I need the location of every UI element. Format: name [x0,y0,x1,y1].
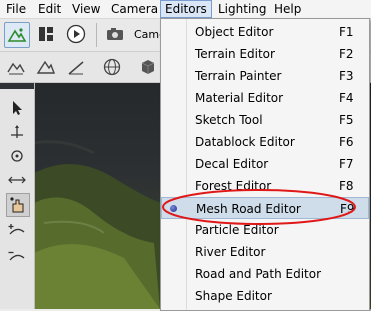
menu-item-label: Sketch Tool [195,113,263,127]
palette-header [0,83,34,89]
menu-camera[interactable]: Camera [111,2,158,16]
globe-button[interactable] [100,55,124,79]
menu-edit[interactable]: Edit [38,2,61,16]
menu-item-label: Datablock Editor [195,135,295,149]
menu-item-shortcut: F1 [339,25,354,39]
menu-item-shortcut: F5 [339,113,354,127]
menu-item-material-editor[interactable]: Material Editor F4 [161,87,369,109]
menu-item-label: Object Editor [195,25,274,39]
hand-node-icon [10,197,24,213]
menu-item-shortcut: F7 [339,157,354,171]
move-tool-button[interactable] [6,121,28,143]
menu-item-sketch-tool[interactable]: Sketch Tool F5 [161,109,369,131]
move-icon [11,125,23,138]
menu-item-shortcut: F3 [339,69,354,83]
menu-editors[interactable]: Editors [160,0,212,18]
add-node-icon [8,224,25,235]
layout-icon [39,27,53,41]
globe-icon [103,58,121,76]
menu-item-label: River Editor [195,245,266,259]
menu-item-terrain-editor[interactable]: Terrain Editor F2 [161,43,369,65]
menu-item-shortcut: F4 [339,91,354,105]
menu-item-object-editor[interactable]: Object Editor F1 [161,21,369,43]
menu-item-terrain-painter[interactable]: Terrain Painter F3 [161,65,369,87]
editors-dropdown-menu: Object Editor F1 Terrain Editor F2 Terra… [160,18,370,311]
world-editor-button[interactable] [4,22,30,48]
menu-item-shortcut: F6 [339,135,354,149]
play-icon [66,24,86,44]
menu-lighting[interactable]: Lighting [218,2,267,16]
scale-tool-button[interactable] [6,169,28,191]
menu-help[interactable]: Help [274,2,301,16]
tool-palette [0,83,35,309]
play-button[interactable] [64,22,88,46]
select-tool-button[interactable] [6,97,28,119]
menu-item-datablock-editor[interactable]: Datablock Editor F6 [161,131,369,153]
scale-icon [8,176,26,184]
menu-file[interactable]: File [6,2,26,16]
add-node-button[interactable] [6,219,28,241]
menu-item-river-editor[interactable]: River Editor [161,241,369,263]
highlight-ellipse-annotation [162,189,356,225]
rotate-icon [11,150,23,162]
cube-button[interactable] [136,55,160,79]
rotate-tool-button[interactable] [6,145,28,167]
camera-icon [107,28,123,40]
menu-item-label: Material Editor [195,91,284,105]
menu-item-label: Road and Path Editor [195,267,322,281]
terrain-scene-icon [7,28,27,42]
remove-node-button[interactable] [6,245,28,267]
menu-item-label: Decal Editor [195,157,269,171]
terrain-snap-button[interactable] [4,55,28,79]
mountain-icon [36,60,56,74]
menu-item-shortcut: F2 [339,47,354,61]
cube-icon [141,60,155,74]
menu-item-decal-editor[interactable]: Decal Editor F7 [161,153,369,175]
remove-node-icon [8,251,25,261]
slope-icon [68,61,84,75]
menu-item-label: Terrain Editor [195,47,275,61]
menu-bar: File Edit View Camera Editors Lighting H… [0,0,371,19]
terrain-snap-icon [7,62,25,75]
menu-view[interactable]: View [72,2,100,16]
menu-item-road-and-path-editor[interactable]: Road and Path Editor [161,263,369,285]
toolbar-separator [96,23,97,47]
menu-item-label: Shape Editor [195,289,272,303]
camera-button[interactable] [103,22,127,46]
mountain-button[interactable] [34,55,58,79]
menu-item-label: Terrain Painter [195,69,282,83]
arrow-cursor-icon [13,101,22,115]
layout-button[interactable] [34,22,58,46]
slope-button[interactable] [64,55,88,79]
road-tool-button[interactable] [6,193,30,217]
menu-item-shape-editor[interactable]: Shape Editor [161,285,369,307]
